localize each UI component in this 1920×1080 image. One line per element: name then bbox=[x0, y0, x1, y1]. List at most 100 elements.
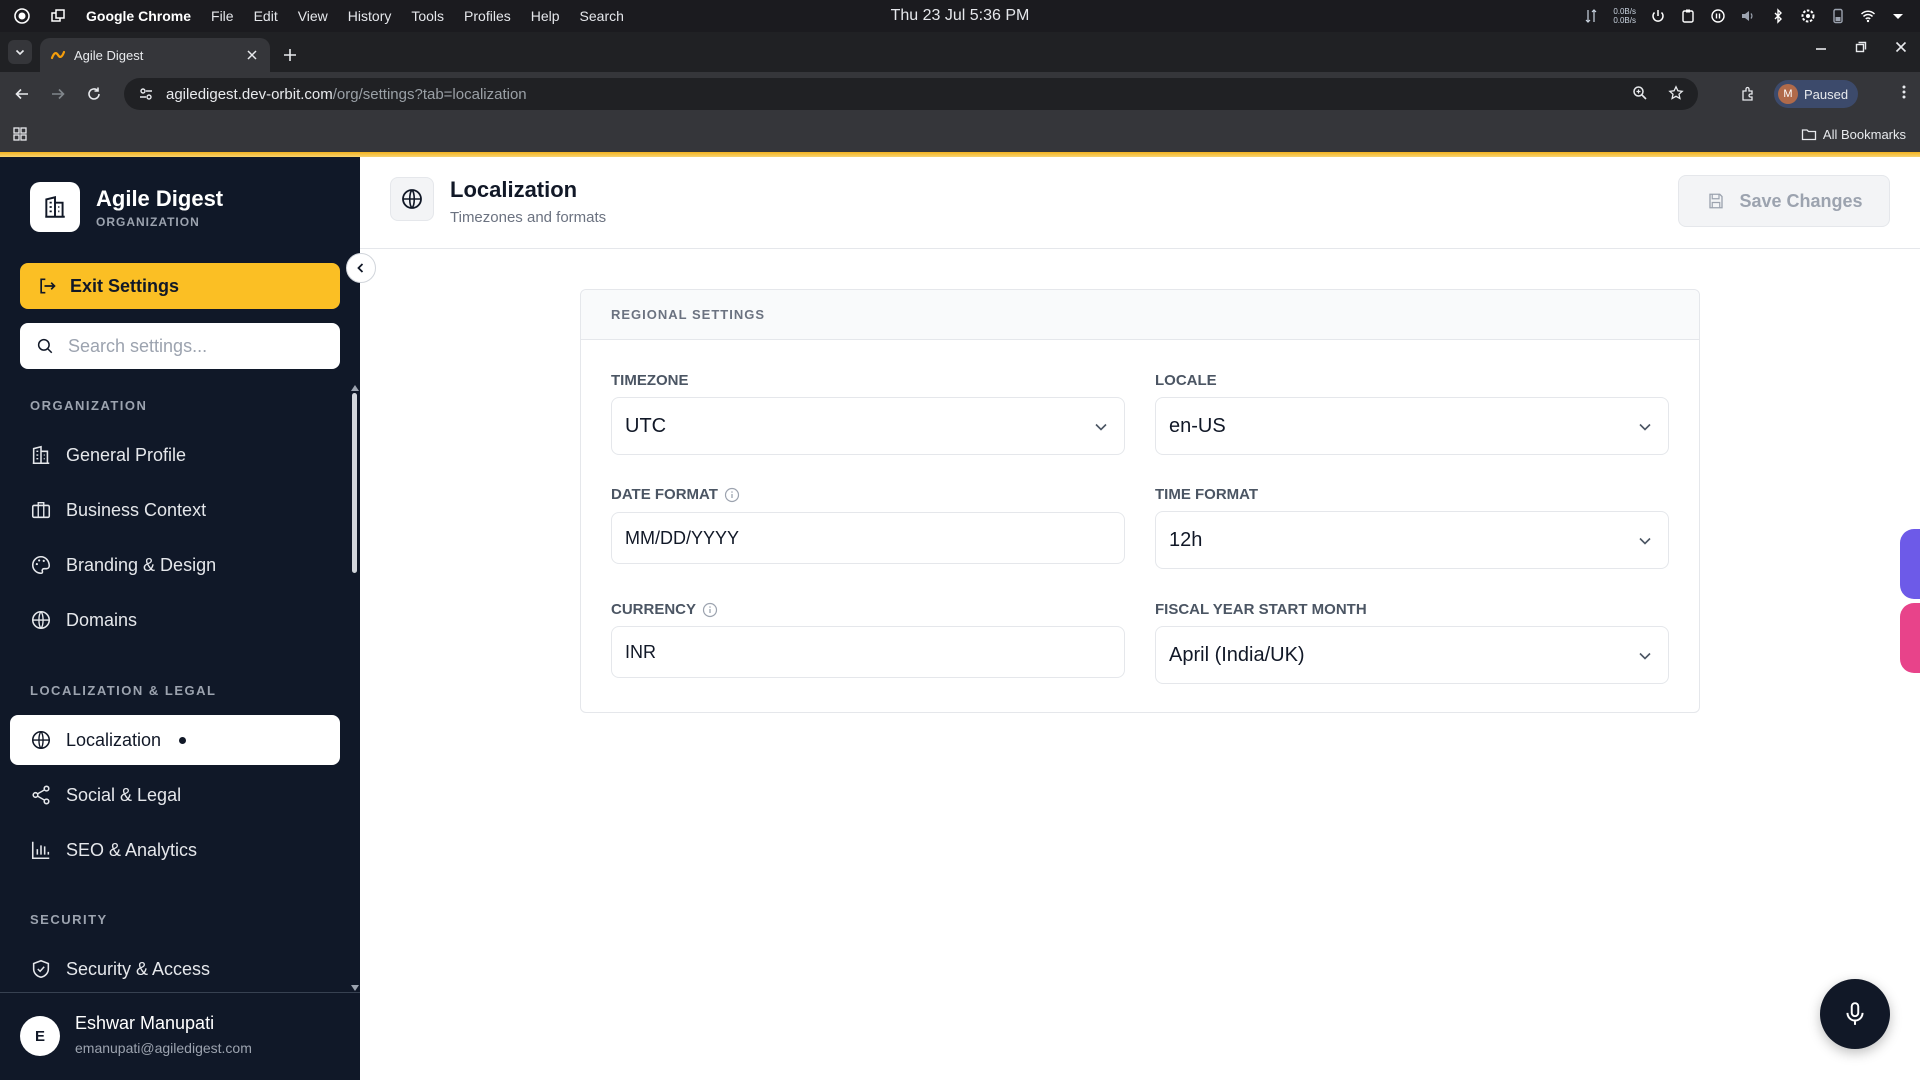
menu-edit[interactable]: Edit bbox=[254, 8, 278, 24]
pause-circle-icon[interactable] bbox=[1710, 8, 1726, 24]
power-icon[interactable] bbox=[1650, 8, 1666, 24]
sidebar-item-domains[interactable]: Domains bbox=[10, 595, 340, 645]
sidebar-item-general-profile[interactable]: General Profile bbox=[10, 430, 340, 480]
current-user[interactable]: E Eshwar Manupati emanupati@agiledigest.… bbox=[0, 992, 360, 1080]
reload-icon[interactable] bbox=[76, 76, 112, 112]
browser-menu-kebab-icon[interactable] bbox=[1902, 84, 1906, 105]
edge-widget-pink[interactable] bbox=[1900, 603, 1920, 673]
shield-icon bbox=[30, 958, 52, 980]
profile-button[interactable]: M Paused bbox=[1774, 80, 1859, 108]
globe-icon bbox=[30, 609, 52, 631]
chevron-left-icon bbox=[357, 263, 364, 273]
scroll-down-arrow-icon[interactable] bbox=[351, 985, 359, 991]
sidebar-scrollbar-thumb[interactable] bbox=[352, 393, 357, 573]
exit-settings-label: Exit Settings bbox=[70, 275, 180, 296]
address-bar[interactable]: agiledigest.dev-orbit.com/org/settings?t… bbox=[124, 78, 1698, 110]
settings-sidebar: Agile Digest ORGANIZATION Exit Settings … bbox=[0, 157, 360, 1080]
net-up-speed: 0.0B/s bbox=[1613, 7, 1636, 16]
active-indicator-dot bbox=[179, 736, 187, 744]
profile-avatar: M bbox=[1778, 84, 1798, 104]
menu-tools[interactable]: Tools bbox=[411, 8, 444, 24]
site-favicon-icon bbox=[50, 47, 66, 63]
sidebar-item-localization[interactable]: Localization bbox=[10, 715, 340, 765]
os-logo-icon[interactable] bbox=[14, 8, 30, 24]
restore-icon[interactable] bbox=[1854, 40, 1868, 54]
clipboard-icon[interactable] bbox=[1680, 8, 1696, 24]
search-settings-input[interactable] bbox=[68, 335, 328, 357]
browser-tab-agile-digest[interactable]: Agile Digest bbox=[40, 38, 270, 72]
bookmark-star-icon[interactable] bbox=[1668, 85, 1684, 101]
close-tab-icon[interactable] bbox=[244, 47, 260, 63]
edge-widget-purple[interactable] bbox=[1900, 529, 1920, 599]
date-format-label: DATE FORMAT bbox=[611, 486, 740, 503]
currency-label-text: CURRENCY bbox=[611, 601, 697, 618]
timezone-value: UTC bbox=[625, 414, 667, 437]
locale-value: en-US bbox=[1169, 414, 1226, 437]
save-changes-button[interactable]: Save Changes bbox=[1678, 175, 1890, 227]
window-controls bbox=[1814, 40, 1908, 54]
date-format-input[interactable]: MM/DD/YYYY bbox=[611, 512, 1125, 564]
locale-select[interactable]: en-US bbox=[1155, 397, 1669, 455]
new-tab-plus-icon[interactable] bbox=[276, 41, 304, 69]
voice-assistant-button[interactable] bbox=[1820, 979, 1890, 1049]
url-host: agiledigest.dev-orbit.com bbox=[166, 85, 333, 103]
page-title: Localization bbox=[450, 177, 578, 202]
org-building-icon bbox=[30, 182, 80, 232]
search-icon bbox=[34, 335, 56, 357]
sidebar-item-label: Branding & Design bbox=[66, 554, 217, 575]
scroll-up-arrow-icon[interactable] bbox=[351, 385, 359, 391]
minimize-icon[interactable] bbox=[1814, 40, 1828, 54]
currency-input[interactable]: INR bbox=[611, 626, 1125, 678]
menu-file[interactable]: File bbox=[211, 8, 234, 24]
back-arrow-icon[interactable] bbox=[4, 76, 40, 112]
info-icon[interactable] bbox=[724, 487, 740, 503]
active-app-name[interactable]: Google Chrome bbox=[86, 8, 191, 24]
sidebar-item-business-context[interactable]: Business Context bbox=[10, 485, 340, 535]
site-info-tune-icon[interactable] bbox=[138, 86, 154, 102]
timezone-select[interactable]: UTC bbox=[611, 397, 1125, 455]
fiscal-year-select[interactable]: April (India/UK) bbox=[1155, 626, 1669, 684]
volume-icon[interactable] bbox=[1740, 8, 1756, 24]
forward-arrow-icon[interactable] bbox=[40, 76, 76, 112]
sidebar-item-branding-design[interactable]: Branding & Design bbox=[10, 540, 340, 590]
info-icon[interactable] bbox=[702, 602, 718, 618]
collapse-sidebar-button[interactable] bbox=[346, 253, 376, 283]
bluetooth-icon[interactable] bbox=[1770, 8, 1786, 24]
fiscal-year-value: April (India/UK) bbox=[1169, 643, 1305, 666]
sidebar-item-label: SEO & Analytics bbox=[66, 839, 198, 860]
section-label-organization: ORGANIZATION bbox=[30, 398, 148, 413]
time-format-select[interactable]: 12h bbox=[1155, 511, 1669, 569]
system-tray: 0.0B/s 0.0B/s bbox=[1583, 0, 1906, 32]
all-bookmarks-label: All Bookmarks bbox=[1822, 126, 1906, 142]
menu-search[interactable]: Search bbox=[580, 8, 624, 24]
menu-view[interactable]: View bbox=[298, 8, 328, 24]
timezone-label: TIMEZONE bbox=[611, 372, 689, 389]
section-label-localization-legal: LOCALIZATION & LEGAL bbox=[30, 683, 217, 698]
menu-history[interactable]: History bbox=[348, 8, 392, 24]
apps-grid-icon[interactable] bbox=[12, 126, 28, 142]
zoom-icon[interactable] bbox=[1632, 85, 1648, 101]
wifi-icon[interactable] bbox=[1860, 8, 1876, 24]
sidebar-item-security-access[interactable]: Security & Access bbox=[10, 944, 340, 994]
save-changes-label: Save Changes bbox=[1739, 190, 1863, 211]
window-switcher-icon[interactable] bbox=[50, 8, 66, 24]
tab-search-chevron-icon[interactable] bbox=[8, 40, 32, 64]
all-bookmarks-button[interactable]: All Bookmarks bbox=[1801, 126, 1906, 142]
menu-help[interactable]: Help bbox=[531, 8, 560, 24]
locale-label: LOCALE bbox=[1155, 372, 1217, 389]
menu-profiles[interactable]: Profiles bbox=[464, 8, 511, 24]
user-email: emanupati@agiledigest.com bbox=[75, 1040, 252, 1056]
sidebar-item-seo-analytics[interactable]: SEO & Analytics bbox=[10, 825, 340, 875]
close-window-icon[interactable] bbox=[1894, 40, 1908, 54]
extensions-puzzle-icon[interactable] bbox=[1740, 86, 1756, 102]
system-menu-chevron-icon[interactable] bbox=[1890, 8, 1906, 24]
settings-gear-icon[interactable] bbox=[1800, 8, 1816, 24]
battery-icon[interactable] bbox=[1830, 8, 1846, 24]
toolbar-extras: M Paused bbox=[1740, 80, 1859, 108]
save-disk-icon bbox=[1705, 190, 1727, 212]
sidebar-item-social-legal[interactable]: Social & Legal bbox=[10, 770, 340, 820]
page-subtitle: Timezones and formats bbox=[450, 209, 607, 226]
net-down-speed: 0.0B/s bbox=[1613, 16, 1636, 25]
settings-search bbox=[20, 323, 340, 369]
exit-settings-button[interactable]: Exit Settings bbox=[20, 263, 340, 309]
